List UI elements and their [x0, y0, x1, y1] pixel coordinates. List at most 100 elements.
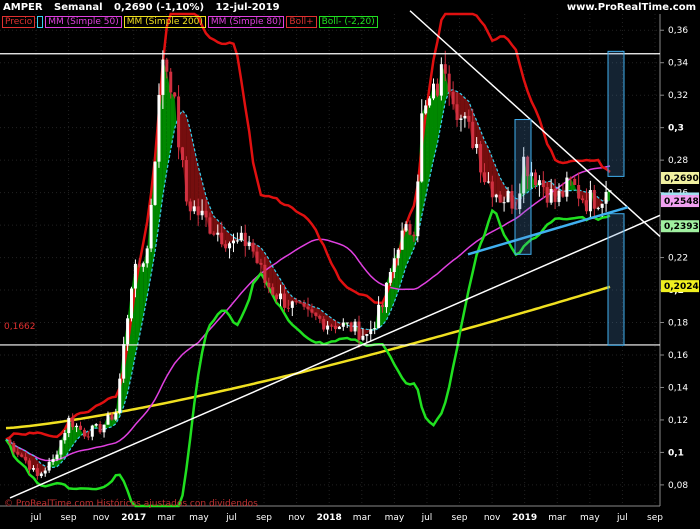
- candle-body: [82, 429, 86, 437]
- candle-body: [412, 234, 416, 237]
- candle-body: [216, 232, 220, 235]
- y-tick-label: 0,14: [668, 383, 688, 393]
- candle-body: [588, 190, 592, 212]
- candle-body: [79, 425, 83, 430]
- price-tag-label: 0,2548: [664, 197, 699, 207]
- indicator-legend: Precio MM (Simple 50) MM (Simple 200) MM (S…: [2, 16, 378, 28]
- x-tick-label: may: [385, 513, 405, 523]
- candle-body: [455, 104, 459, 120]
- candle-body: [51, 459, 55, 463]
- candle-body: [314, 312, 318, 316]
- level-label: 0,1662: [4, 322, 36, 332]
- candle-body: [24, 456, 28, 461]
- candle-body: [384, 282, 388, 308]
- x-tick-label: nov: [484, 513, 501, 523]
- candle-body: [428, 98, 432, 106]
- y-tick-label: 0,3: [668, 124, 684, 134]
- quote-label: 0,2690 (-1,10%): [113, 2, 205, 13]
- candle-body: [133, 263, 137, 289]
- candle-body: [231, 240, 235, 244]
- candle-body: [573, 178, 577, 185]
- candle-body: [275, 294, 279, 300]
- candle-body: [220, 232, 224, 245]
- candle-body: [581, 198, 585, 201]
- candle-body: [557, 190, 561, 202]
- price-tag-label: 0,2690: [664, 174, 699, 184]
- candle-body: [471, 121, 475, 148]
- legend-item: MM (Simple 50): [45, 16, 122, 28]
- candle-body: [373, 328, 377, 330]
- x-tick-label: jul: [421, 513, 433, 523]
- candle-body: [165, 59, 169, 72]
- candle-body: [482, 172, 486, 183]
- trend-fill-segment: [190, 130, 195, 212]
- candle-body: [12, 443, 16, 452]
- y-tick-label: 0,22: [668, 254, 688, 264]
- candle-body: [533, 172, 537, 186]
- candle-body: [592, 190, 596, 209]
- price-chart[interactable]: 0,360,340,320,30,280,260,240,220,20,180,…: [0, 0, 700, 525]
- x-tick-label: sep: [452, 513, 468, 523]
- x-tick-label: 2017: [121, 513, 146, 523]
- candle-body: [180, 147, 184, 161]
- date-label: 12-jul-2019: [215, 2, 280, 13]
- candle-body: [259, 262, 263, 265]
- candle-body: [353, 321, 357, 332]
- candle-body: [365, 334, 369, 336]
- legend-item: [37, 16, 44, 28]
- candle-body: [541, 180, 545, 188]
- x-tick-label: may: [189, 513, 209, 523]
- footer-copyright: © ProRealTime.com Históricos ajustados c…: [4, 499, 258, 509]
- candle-body: [310, 309, 314, 313]
- candle-body: [451, 91, 455, 105]
- candle-body: [506, 191, 510, 203]
- candle-body: [381, 304, 385, 308]
- candle-body: [118, 378, 122, 413]
- candle-body: [71, 417, 75, 428]
- candle-body: [294, 301, 298, 303]
- y-tick-label: 0,16: [668, 351, 688, 361]
- candle-body: [184, 160, 188, 202]
- candle-body: [224, 244, 228, 249]
- candle-body: [98, 424, 102, 433]
- candle-body: [63, 433, 67, 441]
- candle-body: [192, 206, 196, 212]
- candle-body: [16, 451, 20, 455]
- x-tick-label: sep: [647, 513, 663, 523]
- candle-body: [137, 263, 141, 267]
- candle-body: [416, 181, 420, 237]
- candle-body: [290, 301, 294, 308]
- candle-body: [510, 191, 514, 209]
- candle-body: [553, 189, 557, 202]
- candle-body: [263, 264, 267, 283]
- candle-body: [569, 177, 573, 179]
- candle-body: [318, 315, 322, 319]
- candle-body: [90, 425, 94, 437]
- candle-body: [577, 184, 581, 199]
- candle-body: [243, 232, 247, 247]
- candle-body: [196, 206, 200, 216]
- candle-body: [306, 306, 310, 310]
- y-tick-label: 0,18: [668, 319, 688, 329]
- target-box-lower: [607, 213, 625, 346]
- symbol-label: AMPER: [3, 2, 43, 13]
- candle-body: [157, 94, 161, 162]
- candle-body: [31, 468, 35, 470]
- candle-body: [302, 303, 306, 307]
- candle-body: [326, 325, 330, 330]
- candle-body: [545, 187, 549, 203]
- candle-body: [502, 202, 506, 204]
- y-tick-label: 0,12: [668, 416, 688, 426]
- y-tick-label: 0,34: [668, 59, 688, 69]
- candle-body: [208, 217, 212, 234]
- candle-body: [39, 473, 43, 477]
- candle-body: [447, 73, 451, 92]
- legend-item: Precio: [2, 16, 36, 28]
- candle-body: [459, 118, 463, 120]
- candle-body: [204, 210, 208, 218]
- candle-body: [490, 181, 494, 198]
- candle-body: [271, 287, 275, 295]
- candle-body: [122, 344, 126, 379]
- legend-item: MM (Simple 80): [207, 16, 285, 28]
- candle-body: [333, 325, 337, 330]
